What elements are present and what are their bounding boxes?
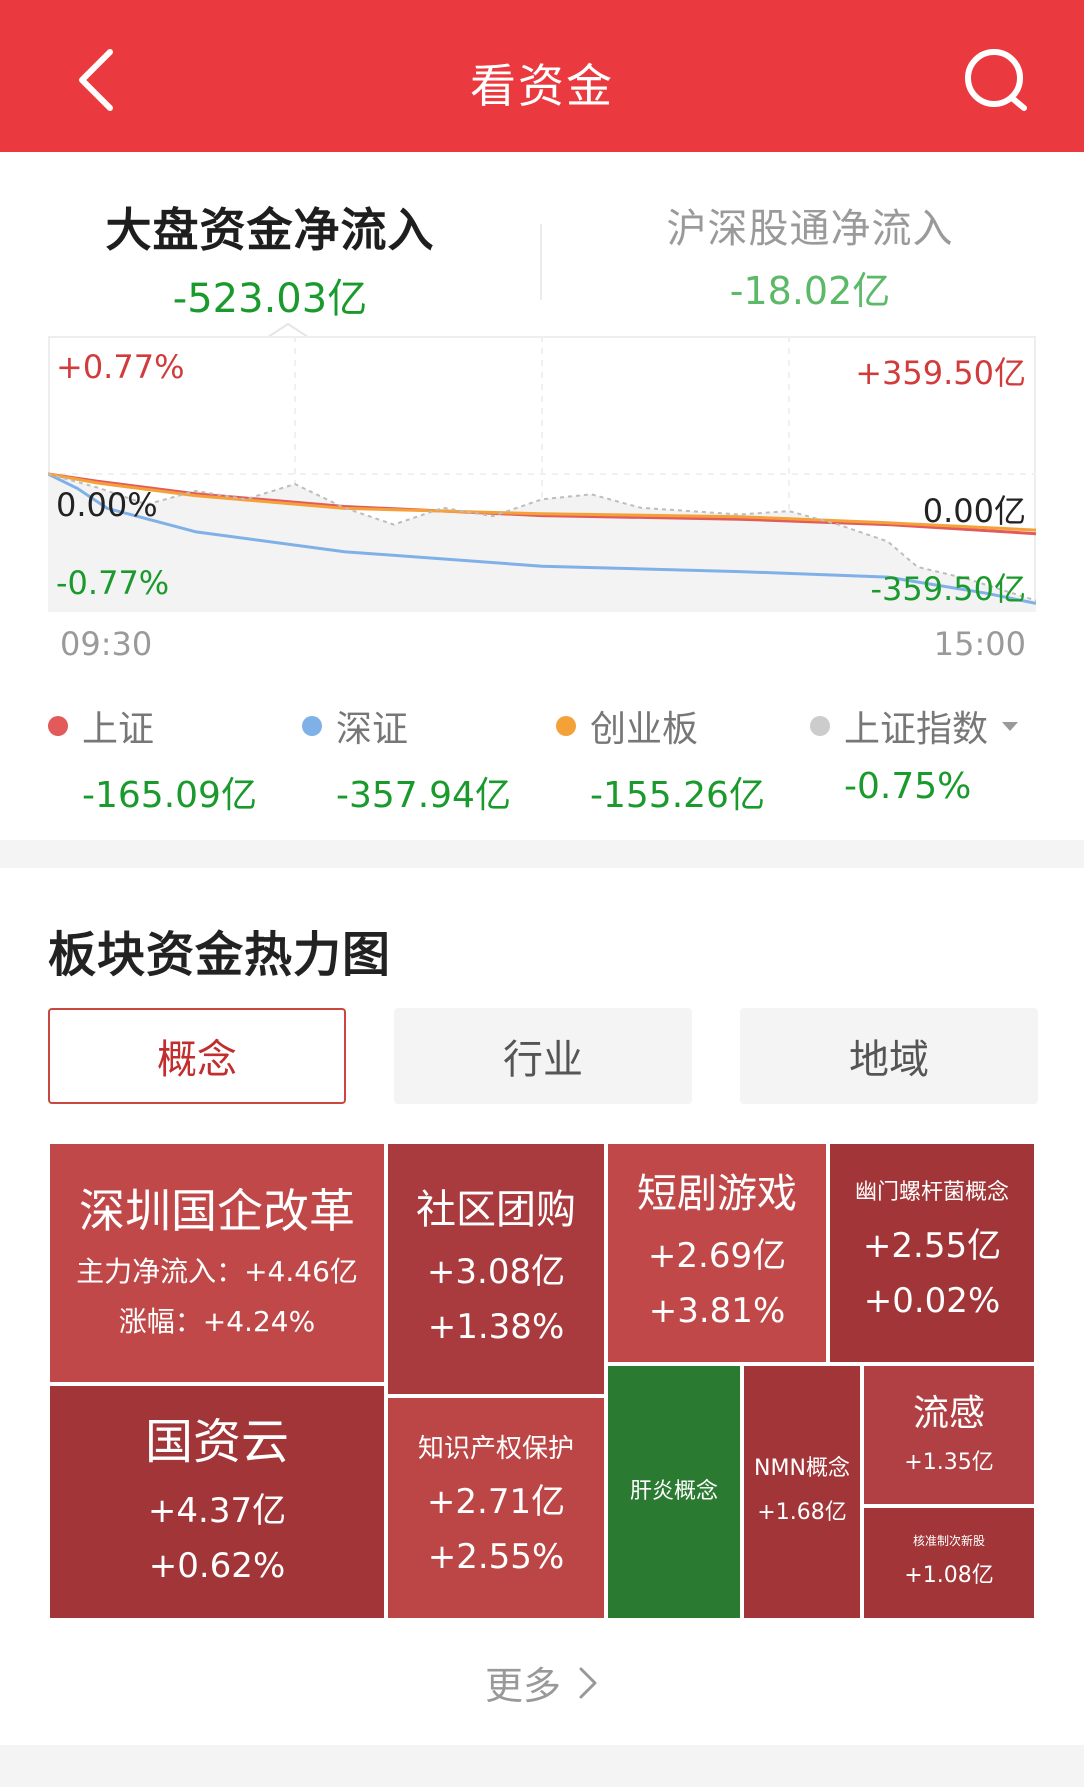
tab-divider — [540, 224, 542, 300]
tab-market-net-inflow-label: 大盘资金净流入 — [105, 203, 435, 257]
tile-net-inflow: +2.71亿 — [426, 1482, 566, 1523]
legend-chinext[interactable]: 创业板 -155.26亿 — [556, 700, 796, 818]
heatmap-tile[interactable]: NMN概念 +1.68亿 — [742, 1364, 862, 1620]
tile-net-inflow: +3.08亿 — [426, 1252, 566, 1292]
legend-dot — [810, 716, 830, 736]
legend-sh-index-dropdown[interactable]: 上证指数 -0.75% — [810, 700, 1070, 807]
tile-change: +0.62% — [148, 1546, 286, 1586]
heatmap-section-title: 板块资金热力图 — [48, 927, 392, 983]
tab-market-net-inflow-value: -523.03亿 — [172, 276, 368, 322]
legend-dot — [48, 716, 68, 736]
tile-name: 社区团购 — [416, 1187, 576, 1233]
tile-change: +1.38% — [427, 1307, 565, 1347]
tile-name: 知识产权保护 — [417, 1433, 574, 1464]
legend-label: 创业板 — [590, 709, 699, 750]
legend-shanghai[interactable]: 上证 -165.09亿 — [48, 700, 288, 818]
legend-label: 上证指数 — [844, 709, 989, 750]
tile-name: 核准制次新股 — [912, 1534, 985, 1548]
more-link[interactable]: 更多 — [0, 1655, 1084, 1710]
legend-shenzhen[interactable]: 深证 -357.94亿 — [302, 700, 542, 818]
tile-name: 深圳国企改革 — [79, 1184, 355, 1239]
heatmap-tile[interactable]: 流感 +1.35亿 — [862, 1364, 1036, 1506]
page-title: 看资金 — [470, 59, 614, 113]
y-left-top-label: +0.77% — [56, 348, 185, 386]
tile-change: +2.55% — [427, 1537, 565, 1578]
tile-net-inflow: +1.35亿 — [904, 1450, 994, 1475]
x-start-label: 09:30 — [60, 625, 153, 663]
tile-name: 国资云 — [144, 1414, 289, 1470]
tab-connect-net-inflow-label: 沪深股通净流入 — [666, 206, 954, 252]
y-right-bottom-label: -359.50亿 — [870, 570, 1026, 608]
tile-change: 涨幅：+4.24% — [118, 1304, 316, 1338]
tile-name: 幽门螺杆菌概念 — [854, 1180, 1009, 1206]
legend-label: 上证 — [82, 709, 155, 750]
tile-name: 肝炎概念 — [629, 1479, 718, 1505]
heatmap-tile[interactable]: 短剧游戏 +2.69亿 +3.81% — [606, 1142, 828, 1364]
legend-label: 深证 — [336, 709, 409, 750]
heatmap-tile[interactable]: 国资云 +4.37亿 +0.62% — [48, 1384, 386, 1620]
tile-net-inflow: +2.69亿 — [647, 1236, 787, 1276]
heatmap-tile[interactable]: 肝炎概念 — [606, 1364, 742, 1620]
section-divider — [0, 840, 1084, 868]
y-left-mid-label: 0.00% — [56, 486, 158, 524]
tab-connect-net-inflow-value: -18.02亿 — [729, 269, 891, 313]
y-right-top-label: +359.50亿 — [855, 354, 1026, 392]
tile-net-inflow: +1.68亿 — [757, 1500, 847, 1526]
tile-net-inflow: 主力净流入：+4.46亿 — [76, 1254, 358, 1288]
legend-dot — [302, 716, 322, 736]
dropdown-caret-icon — [1002, 721, 1019, 731]
tile-net-inflow: +1.08亿 — [904, 1563, 994, 1588]
tile-name: NMN概念 — [754, 1455, 850, 1481]
segment-concept[interactable]: 概念 — [48, 1008, 346, 1104]
tile-change: +0.02% — [863, 1280, 1001, 1321]
legend-value: -0.75% — [844, 766, 972, 807]
tile-net-inflow: +4.37亿 — [147, 1491, 287, 1531]
tile-name: 流感 — [912, 1393, 985, 1434]
app-header: 看资金 — [0, 0, 1084, 152]
legend-value: -357.94亿 — [336, 775, 511, 816]
bottom-divider — [0, 1745, 1084, 1787]
heatmap-tile[interactable]: 社区团购 +3.08亿 +1.38% — [386, 1142, 606, 1396]
tile-change: +3.81% — [648, 1291, 786, 1331]
x-end-label: 15:00 — [933, 625, 1026, 663]
tile-name: 短剧游戏 — [637, 1171, 797, 1217]
heatmap-tile[interactable]: 幽门螺杆菌概念 +2.55亿 +0.02% — [828, 1142, 1036, 1364]
heatmap-tile[interactable]: 核准制次新股 +1.08亿 — [862, 1506, 1036, 1620]
tab-market-net-inflow[interactable]: 大盘资金净流入 -523.03亿 — [60, 194, 480, 324]
y-left-bottom-label: -0.77% — [56, 564, 170, 602]
legend-value: -165.09亿 — [82, 775, 257, 816]
y-right-mid-label: 0.00亿 — [922, 492, 1026, 530]
tab-connect-net-inflow[interactable]: 沪深股通净流入 -18.02亿 — [600, 196, 1020, 315]
search-icon[interactable] — [960, 44, 1030, 114]
legend-dot — [556, 716, 576, 736]
legend-value: -155.26亿 — [590, 775, 765, 816]
heatmap-tile[interactable]: 深圳国企改革 主力净流入：+4.46亿 涨幅：+4.24% — [48, 1142, 386, 1384]
segment-industry[interactable]: 行业 — [394, 1008, 692, 1104]
more-link-label: 更多 — [484, 1664, 561, 1708]
heatmap-tile[interactable]: 知识产权保护 +2.71亿 +2.55% — [386, 1396, 606, 1620]
chevron-right-icon — [579, 1667, 597, 1698]
tile-net-inflow: +2.55亿 — [862, 1225, 1002, 1266]
segment-region[interactable]: 地域 — [740, 1008, 1038, 1104]
